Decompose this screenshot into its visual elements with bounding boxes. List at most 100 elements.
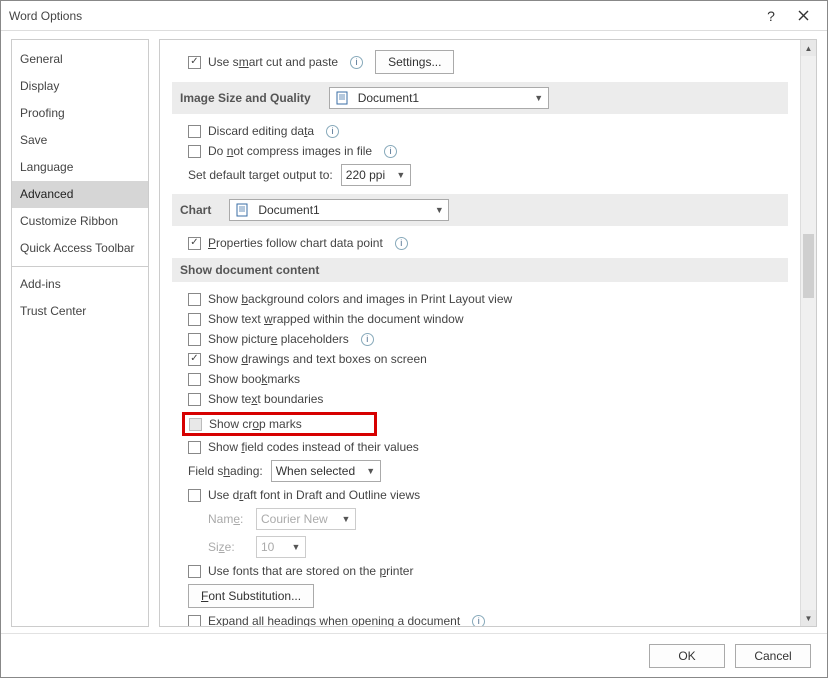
chart-header: Chart Document1 ▼ bbox=[172, 194, 788, 226]
draftfont-row: Use draft font in Draft and Outline view… bbox=[172, 488, 788, 502]
fieldcodes-label: Show field codes instead of their values bbox=[208, 440, 419, 454]
textbound-label: Show text boundaries bbox=[208, 392, 323, 406]
sidebar-item-advanced[interactable]: Advanced bbox=[12, 181, 148, 208]
fontname-combo: Courier New ▼ bbox=[256, 508, 356, 530]
drawings-checkbox[interactable] bbox=[188, 353, 201, 366]
chevron-down-icon: ▼ bbox=[287, 542, 305, 552]
smart-cut-label: Use smart cut and paste bbox=[208, 55, 338, 69]
cropmarks-checkbox[interactable] bbox=[189, 418, 202, 431]
props-follow-checkbox[interactable] bbox=[188, 237, 201, 250]
info-icon[interactable]: i bbox=[384, 145, 397, 158]
info-icon[interactable]: i bbox=[361, 333, 374, 346]
fieldshading-combo[interactable]: When selected ▼ bbox=[271, 460, 381, 482]
image-doc-combo[interactable]: Document1 ▼ bbox=[329, 87, 549, 109]
ppi-value: 220 ppi bbox=[342, 168, 392, 182]
no-compress-row: Do not compress images in file i bbox=[172, 144, 788, 158]
sidebar-separator bbox=[12, 266, 148, 267]
chevron-down-icon: ▼ bbox=[337, 514, 355, 524]
bg-checkbox[interactable] bbox=[188, 293, 201, 306]
close-button[interactable] bbox=[787, 2, 819, 30]
titlebar: Word Options ? bbox=[1, 1, 827, 31]
no-compress-checkbox[interactable] bbox=[188, 145, 201, 158]
wrapped-label: Show text wrapped within the document wi… bbox=[208, 312, 463, 326]
smart-cut-checkbox[interactable] bbox=[188, 56, 201, 69]
placeholders-label: Show picture placeholders bbox=[208, 332, 349, 346]
cropmarks-highlight: Show crop marks bbox=[182, 412, 377, 436]
placeholders-row: Show picture placeholders i bbox=[172, 332, 788, 346]
discard-editing-row: Discard editing data i bbox=[172, 124, 788, 138]
fontname-label: Name: bbox=[208, 512, 248, 526]
fieldshading-row: Field shading: When selected ▼ bbox=[172, 460, 788, 482]
document-icon bbox=[334, 90, 350, 106]
fieldshading-label: Field shading: bbox=[188, 464, 263, 478]
cancel-button[interactable]: Cancel bbox=[735, 644, 811, 668]
sidebar-item-save[interactable]: Save bbox=[12, 127, 148, 154]
scroll-down-arrow[interactable]: ▼ bbox=[801, 610, 816, 626]
image-size-header: Image Size and Quality Document1 ▼ bbox=[172, 82, 788, 114]
fontsub-row: Font Substitution... bbox=[172, 584, 788, 608]
chevron-down-icon: ▼ bbox=[392, 170, 410, 180]
printerfonts-checkbox[interactable] bbox=[188, 565, 201, 578]
scroll-up-arrow[interactable]: ▲ bbox=[801, 40, 816, 56]
sidebar-item-language[interactable]: Language bbox=[12, 154, 148, 181]
image-doc-value: Document1 bbox=[354, 91, 530, 105]
printerfonts-row: Use fonts that are stored on the printer bbox=[172, 564, 788, 578]
ok-button[interactable]: OK bbox=[649, 644, 725, 668]
bookmarks-row: Show bookmarks bbox=[172, 372, 788, 386]
cropmarks-row: Show crop marks bbox=[172, 412, 788, 436]
bookmarks-checkbox[interactable] bbox=[188, 373, 201, 386]
sidebar-item-general[interactable]: General bbox=[12, 46, 148, 73]
help-button[interactable]: ? bbox=[755, 2, 787, 30]
show-doc-header: Show document content bbox=[172, 258, 788, 282]
ppi-combo[interactable]: 220 ppi ▼ bbox=[341, 164, 411, 186]
fontsize-row: Size: 10 ▼ bbox=[172, 536, 788, 558]
info-icon[interactable]: i bbox=[472, 615, 485, 627]
info-icon[interactable]: i bbox=[395, 237, 408, 250]
expandheadings-label: Expand all headings when opening a docum… bbox=[208, 614, 460, 626]
fieldcodes-checkbox[interactable] bbox=[188, 441, 201, 454]
dialog-body: General Display Proofing Save Language A… bbox=[1, 31, 827, 633]
fontsize-combo: 10 ▼ bbox=[256, 536, 306, 558]
sidebar-item-customize-ribbon[interactable]: Customize Ribbon bbox=[12, 208, 148, 235]
font-substitution-button[interactable]: Font Substitution... bbox=[188, 584, 314, 608]
placeholders-checkbox[interactable] bbox=[188, 333, 201, 346]
show-doc-header-label: Show document content bbox=[180, 263, 319, 277]
sidebar-item-addins[interactable]: Add-ins bbox=[12, 271, 148, 298]
sidebar-item-proofing[interactable]: Proofing bbox=[12, 100, 148, 127]
fontname-row: Name: Courier New ▼ bbox=[172, 508, 788, 530]
sidebar-item-quick-access[interactable]: Quick Access Toolbar bbox=[12, 235, 148, 262]
info-icon[interactable]: i bbox=[350, 56, 363, 69]
word-options-dialog: Word Options ? General Display Proofing … bbox=[0, 0, 828, 678]
discard-editing-checkbox[interactable] bbox=[188, 125, 201, 138]
dialog-title: Word Options bbox=[9, 9, 755, 23]
scroll-thumb[interactable] bbox=[803, 234, 814, 298]
chart-doc-combo[interactable]: Document1 ▼ bbox=[229, 199, 449, 221]
discard-editing-label: Discard editing data bbox=[208, 124, 314, 138]
sidebar-item-trust-center[interactable]: Trust Center bbox=[12, 298, 148, 325]
content-panel: Use smart cut and paste i Settings... Im… bbox=[159, 39, 817, 627]
content-scroll: Use smart cut and paste i Settings... Im… bbox=[160, 40, 800, 626]
drawings-row: Show drawings and text boxes on screen bbox=[172, 352, 788, 366]
draftfont-checkbox[interactable] bbox=[188, 489, 201, 502]
textbound-row: Show text boundaries bbox=[172, 392, 788, 406]
props-follow-label: Properties follow chart data point bbox=[208, 236, 383, 250]
settings-button[interactable]: Settings... bbox=[375, 50, 454, 74]
expandheadings-checkbox[interactable] bbox=[188, 615, 201, 627]
sidebar-item-display[interactable]: Display bbox=[12, 73, 148, 100]
textbound-checkbox[interactable] bbox=[188, 393, 201, 406]
bg-label: Show background colors and images in Pri… bbox=[208, 292, 512, 306]
dialog-footer: OK Cancel bbox=[1, 633, 827, 677]
info-icon[interactable]: i bbox=[326, 125, 339, 138]
props-follow-row: Properties follow chart data point i bbox=[172, 236, 788, 250]
cropmarks-label: Show crop marks bbox=[209, 417, 302, 431]
fontsize-value: 10 bbox=[257, 540, 287, 554]
bg-row: Show background colors and images in Pri… bbox=[172, 292, 788, 306]
bookmarks-label: Show bookmarks bbox=[208, 372, 300, 386]
vertical-scrollbar[interactable]: ▲ ▼ bbox=[800, 40, 816, 626]
draftfont-label: Use draft font in Draft and Outline view… bbox=[208, 488, 420, 502]
image-size-header-label: Image Size and Quality bbox=[180, 91, 311, 105]
chart-header-label: Chart bbox=[180, 203, 211, 217]
expandheadings-row: Expand all headings when opening a docum… bbox=[172, 614, 788, 626]
wrapped-checkbox[interactable] bbox=[188, 313, 201, 326]
chevron-down-icon: ▼ bbox=[530, 93, 548, 103]
